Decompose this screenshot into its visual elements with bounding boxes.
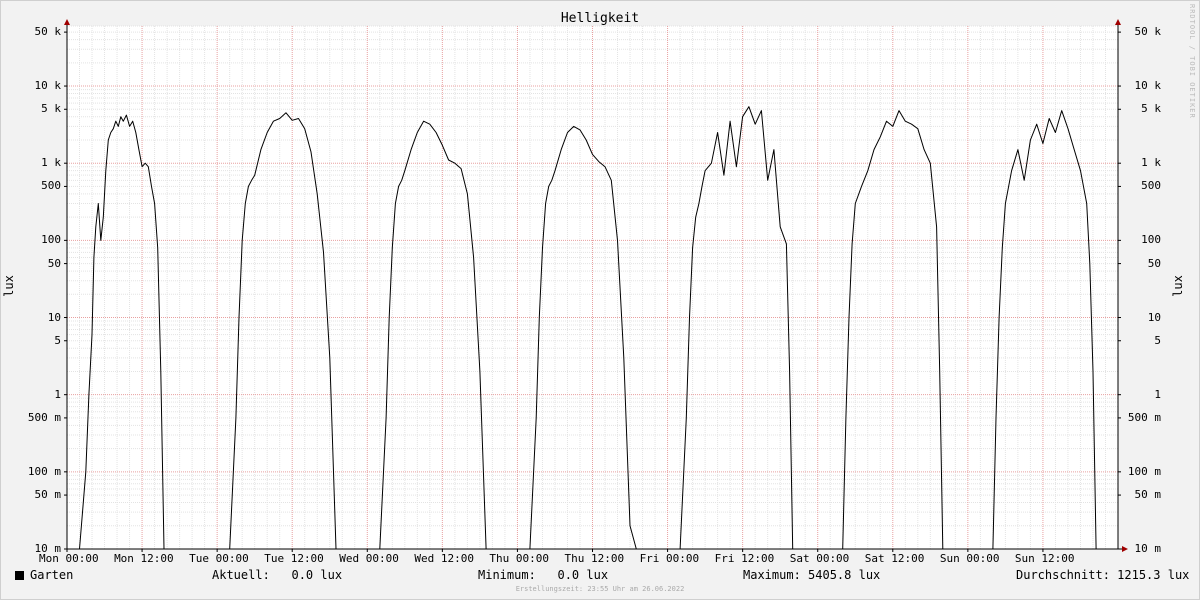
y-tick-label-right: 5 xyxy=(1154,333,1161,347)
legend-maximum: Maximum: 5405.8 lux xyxy=(743,568,881,582)
y-tick-label-left: 50 k xyxy=(34,25,62,39)
x-tick-label: Thu 00:00 xyxy=(489,552,550,565)
x-tick-label: Fri 12:00 xyxy=(714,552,775,565)
y-axis-arrow-left xyxy=(64,19,70,25)
x-tick-label: Mon 00:00 xyxy=(39,552,99,565)
y-tick-label-right: 10 k xyxy=(1134,79,1162,93)
x-tick-label: Wed 00:00 xyxy=(339,552,399,565)
y-tick-label-left: 500 xyxy=(41,179,61,193)
rrd-graph: Helligkeit lux lux RRDTOOL / TOBI OETIKE… xyxy=(0,0,1200,600)
y-tick-label-left: 50 xyxy=(47,256,61,270)
y-tick-label-left: 10 xyxy=(47,310,61,324)
x-tick-label: Sun 00:00 xyxy=(939,552,1000,565)
plot-area xyxy=(64,19,1128,552)
x-tick-label: Thu 12:00 xyxy=(564,552,625,565)
y-tick-label-right: 5 k xyxy=(1141,102,1161,116)
x-tick-label: Sat 12:00 xyxy=(864,552,925,565)
legend-average: Durchschnitt: 1215.3 lux xyxy=(1016,568,1190,582)
x-tick-label: Mon 12:00 xyxy=(114,552,174,565)
y-tick-label-right: 50 k xyxy=(1134,25,1162,39)
y-tick-label-right: 500 xyxy=(1141,179,1161,193)
y-tick-label-left: 100 xyxy=(41,233,61,247)
y-tick-label-right: 100 xyxy=(1141,233,1161,247)
x-tick-label: Tue 12:00 xyxy=(264,552,324,565)
y-tick-label-left: 1 k xyxy=(41,156,61,170)
y-tick-label-right: 50 m xyxy=(1134,488,1162,502)
y-axis-arrow-right xyxy=(1115,19,1121,25)
y-tick-label-right: 100 m xyxy=(1127,464,1161,478)
x-tick-label: Wed 12:00 xyxy=(414,552,474,565)
x-tick-label: Sun 12:00 xyxy=(1014,552,1075,565)
y-tick-label-left: 1 xyxy=(54,387,61,401)
legend-series-name: Garten xyxy=(30,568,74,582)
y-tick-label-right: 500 m xyxy=(1127,410,1161,424)
y-tick-label-left: 100 m xyxy=(27,464,61,478)
x-axis-arrow xyxy=(1122,546,1128,552)
y-tick-label-right: 1 xyxy=(1154,387,1161,401)
y-tick-label-right: 10 xyxy=(1147,310,1161,324)
y-tick-label-left: 10 k xyxy=(34,79,62,93)
legend-swatch xyxy=(15,571,24,580)
x-tick-label: Fri 00:00 xyxy=(639,552,700,565)
legend-current: Aktuell: 0.0 lux xyxy=(212,568,343,582)
y-tick-label-left: 5 xyxy=(54,333,61,347)
y-tick-label-right: 50 xyxy=(1147,256,1161,270)
y-tick-label-right: 1 k xyxy=(1141,156,1161,170)
legend-series: Garten xyxy=(15,568,73,582)
y-tick-label-left: 50 m xyxy=(34,488,62,502)
y-tick-label-left: 5 k xyxy=(41,102,61,116)
y-tick-label-right: 10 m xyxy=(1134,542,1162,555)
x-tick-label: Sat 00:00 xyxy=(789,552,850,565)
footer-timestamp: Erstellungszeit: 23:55 Uhr am 26.06.2022 xyxy=(515,585,685,593)
legend-minimum: Minimum: 0.0 lux xyxy=(478,568,609,582)
x-tick-label: Tue 00:00 xyxy=(189,552,249,565)
y-tick-label-left: 500 m xyxy=(27,410,61,424)
